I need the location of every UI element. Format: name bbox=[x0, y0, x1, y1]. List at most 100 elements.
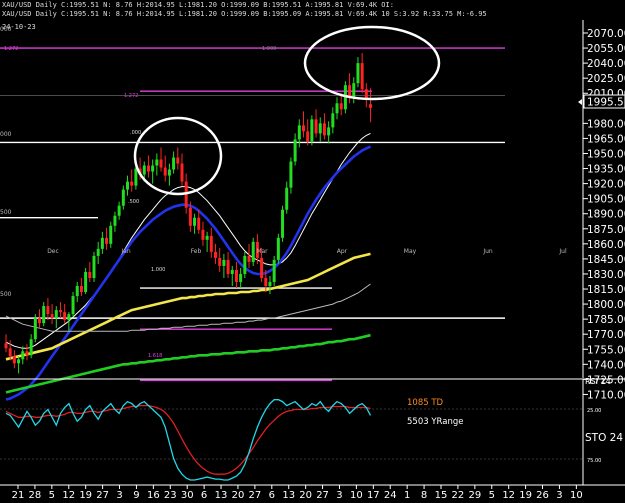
candle-body bbox=[193, 217, 197, 226]
date-tick-label: 3 bbox=[556, 490, 562, 501]
date-tick-label: 12 bbox=[502, 490, 515, 501]
candle-body bbox=[96, 248, 100, 256]
date-tick-label: 13 bbox=[282, 490, 295, 501]
date-tick-label: 20 bbox=[299, 490, 312, 501]
indicator-label-td: 1085 TD bbox=[407, 398, 444, 408]
price-chart: XAU/USD Daily C:1995.51 N: 8.76 H:2014.9… bbox=[0, 0, 625, 503]
date-tick-label: 27 bbox=[96, 490, 109, 501]
candle-body bbox=[222, 259, 226, 266]
candle-body bbox=[230, 269, 234, 274]
price-tick-label: 2070.00 bbox=[587, 28, 625, 40]
month-label: May bbox=[404, 248, 417, 255]
price-tick-label: 1965.00 bbox=[587, 133, 625, 145]
candle-body bbox=[176, 157, 180, 164]
candle-body bbox=[17, 359, 21, 364]
month-label: Jun bbox=[482, 248, 493, 255]
fib-label-000: .000 bbox=[130, 130, 141, 136]
fib-label-1000: 1.000 bbox=[151, 267, 165, 273]
candle-body bbox=[33, 318, 37, 340]
candle-body bbox=[348, 85, 352, 98]
date-tick-label: 3 bbox=[336, 490, 342, 501]
candle-body bbox=[335, 103, 339, 114]
candle-body bbox=[285, 187, 289, 210]
candle-body bbox=[172, 157, 176, 170]
date-tick-label: 28 bbox=[29, 490, 42, 501]
month-label: Jul bbox=[558, 248, 567, 255]
candle-body bbox=[243, 255, 247, 274]
price-tick-label: 2055.00 bbox=[587, 43, 625, 55]
candle-body bbox=[306, 131, 310, 142]
date-tick-label: 23 bbox=[164, 490, 177, 501]
candle-body bbox=[331, 113, 335, 128]
price-box-value: 1995.51 bbox=[587, 97, 625, 109]
left-cut-label-2: 000 bbox=[0, 131, 12, 138]
candle-body bbox=[42, 306, 46, 324]
candle-body bbox=[50, 314, 54, 319]
month-label: Apr bbox=[337, 248, 348, 255]
date-tick-label: 15 bbox=[435, 490, 448, 501]
candle-body bbox=[167, 169, 171, 176]
date-tick-label: 10 bbox=[570, 490, 583, 501]
candle-body bbox=[163, 167, 167, 176]
candle-body bbox=[218, 257, 222, 266]
price-tick-label: 1980.00 bbox=[587, 118, 625, 130]
candle-body bbox=[4, 343, 8, 349]
date-tick-label: 8 bbox=[421, 490, 427, 501]
fib-label-500: .500 bbox=[128, 199, 139, 205]
price-tick-label: 2025.00 bbox=[587, 73, 625, 85]
candle-body bbox=[272, 259, 276, 282]
month-label: Mar bbox=[256, 248, 268, 255]
candle-body bbox=[268, 281, 272, 287]
candle-body bbox=[38, 318, 42, 324]
candle-body bbox=[314, 119, 318, 134]
candle-body bbox=[134, 168, 138, 186]
price-tick-label: 1935.00 bbox=[587, 164, 625, 176]
price-tick-label: 1950.00 bbox=[587, 148, 625, 160]
date-tick-label: 17 bbox=[367, 490, 380, 501]
price-tick-label: 1830.00 bbox=[587, 269, 625, 281]
candle-body bbox=[159, 159, 163, 168]
candle-body bbox=[109, 225, 113, 244]
month-label: Jan bbox=[120, 248, 130, 255]
sto-tick-75: 75.00 bbox=[587, 458, 601, 464]
candle-body bbox=[46, 306, 50, 315]
date-tick-label: 16 bbox=[147, 490, 160, 501]
price-tick-label: 2040.00 bbox=[587, 58, 625, 70]
price-tick-label: 1920.00 bbox=[587, 179, 625, 191]
date-tick-label: 3 bbox=[116, 490, 122, 501]
indicator-label-yrange: 5503 YRange bbox=[407, 417, 463, 427]
sto-tick-25: 25.00 bbox=[587, 408, 601, 414]
candle-body bbox=[276, 237, 280, 260]
candle-body bbox=[293, 139, 297, 162]
candle-body bbox=[318, 123, 322, 134]
candle-body bbox=[289, 161, 293, 188]
date-tick-label: 26 bbox=[536, 490, 549, 501]
candle-body bbox=[352, 83, 356, 98]
price-tick-label: 1770.00 bbox=[587, 329, 625, 341]
candle-body bbox=[12, 356, 16, 364]
candle-body bbox=[360, 63, 364, 90]
price-axis-ticks: 2070.002055.002040.002025.002010.001980.… bbox=[583, 28, 625, 401]
candle-body bbox=[54, 310, 58, 319]
date-tick-label: 6 bbox=[269, 490, 275, 501]
date-tick-label: 12 bbox=[62, 490, 75, 501]
candle-body bbox=[63, 312, 67, 321]
candle-body bbox=[197, 217, 201, 230]
date-tick-label: 30 bbox=[181, 490, 194, 501]
candle-body bbox=[301, 125, 305, 132]
date-tick-label: 19 bbox=[519, 490, 532, 501]
date-tick-label: 22 bbox=[452, 490, 465, 501]
candle-body bbox=[201, 229, 205, 240]
date-tick-label: 27 bbox=[249, 490, 262, 501]
candle-body bbox=[214, 251, 217, 258]
candle-body bbox=[8, 348, 12, 357]
price-tick-label: 1860.00 bbox=[587, 239, 625, 251]
header-line1: XAU/USD Daily C:1995.51 N: 8.76 H:2014.9… bbox=[2, 1, 394, 9]
candle-body bbox=[369, 104, 373, 108]
date-tick-label: 1 bbox=[404, 490, 410, 501]
month-label: Feb bbox=[191, 248, 202, 255]
fib-label-272: 1.272 bbox=[4, 46, 18, 52]
price-tick-label: 1815.00 bbox=[587, 284, 625, 296]
candle-body bbox=[151, 165, 155, 172]
candle-body bbox=[281, 209, 285, 238]
